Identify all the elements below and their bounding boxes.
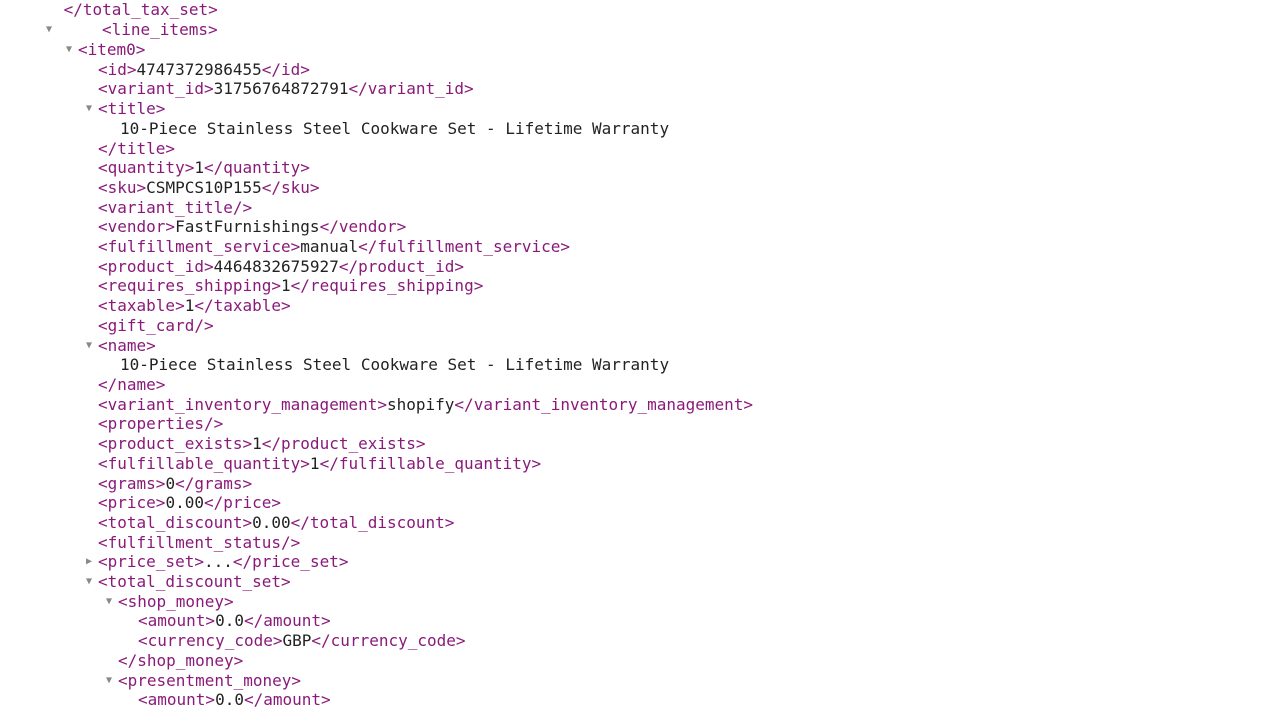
xml-leaf-product-exists: <product_exists>1</product_exists> [0, 434, 1280, 454]
xml-text-name: 10-Piece Stainless Steel Cookware Set - … [0, 355, 1280, 375]
xml-node-total-discount-set[interactable]: ▼ <total_discount_set> [0, 572, 1280, 592]
xml-leaf-taxable: <taxable>1</taxable> [0, 296, 1280, 316]
xml-node-name[interactable]: ▼ <name> [0, 336, 1280, 356]
xml-leaf-gift-card: <gift_card/> [0, 316, 1280, 336]
toggle-icon[interactable]: ▼ [44, 20, 54, 40]
xml-node-price-set-collapsed[interactable]: ▶ <price_set>...</price_set> [0, 552, 1280, 572]
xml-leaf-shop-money-currency: <currency_code>GBP</currency_code> [0, 631, 1280, 651]
xml-close-name: </name> [0, 375, 1280, 395]
xml-close-tag-total-tax-set: . </total_tax_set> [0, 0, 1280, 20]
toggle-icon[interactable]: ▼ [84, 99, 94, 119]
xml-leaf-variant-inventory-management: <variant_inventory_management>shopify</v… [0, 395, 1280, 415]
xml-close-shop-money: </shop_money> [0, 651, 1280, 671]
toggle-icon[interactable]: ▼ [84, 336, 94, 356]
xml-node-line-items[interactable]: ▼ <line_items> [0, 20, 1280, 40]
xml-text-title: 10-Piece Stainless Steel Cookware Set - … [0, 119, 1280, 139]
xml-leaf-fulfillable-quantity: <fulfillable_quantity>1</fulfillable_qua… [0, 454, 1280, 474]
xml-leaf-total-discount: <total_discount>0.00</total_discount> [0, 513, 1280, 533]
xml-leaf-fulfillment-service: <fulfillment_service>manual</fulfillment… [0, 237, 1280, 257]
toggle-icon[interactable]: ▼ [84, 572, 94, 592]
toggle-icon[interactable]: ▼ [64, 40, 74, 60]
xml-leaf-grams: <grams>0</grams> [0, 474, 1280, 494]
xml-leaf-quantity: <quantity>1</quantity> [0, 158, 1280, 178]
xml-node-shop-money[interactable]: ▼ <shop_money> [0, 592, 1280, 612]
xml-leaf-requires-shipping: <requires_shipping>1</requires_shipping> [0, 276, 1280, 296]
toggle-icon[interactable]: ▶ [84, 552, 94, 572]
xml-leaf-vendor: <vendor>FastFurnishings</vendor> [0, 217, 1280, 237]
xml-leaf-shop-money-amount: <amount>0.0</amount> [0, 611, 1280, 631]
xml-node-title[interactable]: ▼ <title> [0, 99, 1280, 119]
xml-leaf-properties: <properties/> [0, 414, 1280, 434]
xml-leaf-product-id: <product_id>4464832675927</product_id> [0, 257, 1280, 277]
xml-leaf-id: <id>4747372986455</id> [0, 60, 1280, 80]
xml-node-item0[interactable]: ▼ <item0> [0, 40, 1280, 60]
xml-leaf-price: <price>0.00</price> [0, 493, 1280, 513]
xml-close-title: </title> [0, 139, 1280, 159]
xml-node-presentment-money[interactable]: ▼ <presentment_money> [0, 671, 1280, 691]
xml-leaf-sku: <sku>CSMPCS10P155</sku> [0, 178, 1280, 198]
xml-leaf-presentment-money-amount: <amount>0.0</amount> [0, 690, 1280, 710]
xml-leaf-fulfillment-status: <fulfillment_status/> [0, 533, 1280, 553]
xml-leaf-variant-title: <variant_title/> [0, 198, 1280, 218]
toggle-icon[interactable]: ▼ [104, 671, 114, 691]
toggle-icon[interactable]: ▼ [104, 592, 114, 612]
xml-leaf-variant-id: <variant_id>31756764872791</variant_id> [0, 79, 1280, 99]
